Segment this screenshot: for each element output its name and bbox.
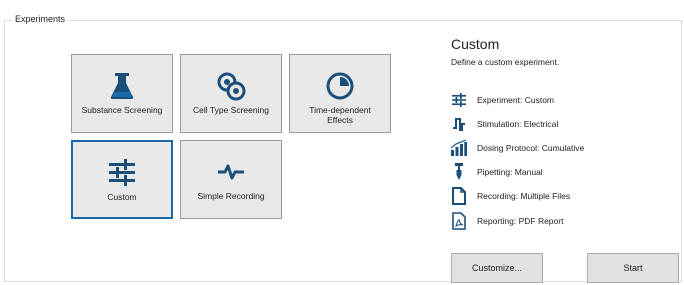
pipette-icon [451,163,467,181]
property-label: Stimulation: Electrical [477,119,559,129]
property-label: Recording: Multiple Files [477,191,571,201]
customize-button[interactable]: Customize... [451,253,543,283]
tile-substance-screening[interactable]: Substance Screening [71,54,173,133]
tile-label: Substance Screening [81,105,163,115]
tile-label: Simple Recording [197,191,265,201]
stimulation-icon [451,115,467,133]
property-experiment: Experiment: Custom [451,91,554,109]
cells-icon [216,71,246,101]
property-label: Pipetting: Manual [477,167,543,177]
tile-cell-type-screening[interactable]: Cell Type Screening [180,54,282,133]
pdf-icon [451,212,467,230]
property-reporting: Reporting: PDF Report [451,212,563,230]
experiments-group-title: Experiments [12,14,69,24]
property-stimulation: Stimulation: Electrical [451,115,558,133]
tile-label: Custom [107,192,137,202]
detail-description: Define a custom experiment. [451,57,560,67]
tile-simple-recording[interactable]: Simple Recording [180,140,282,219]
property-label: Reporting: PDF Report [477,216,564,226]
clock-icon [325,71,355,101]
bar-chart-icon [451,139,467,157]
property-pipetting: Pipetting: Manual [451,163,543,181]
sliders-icon [451,91,467,109]
tile-custom[interactable]: Custom [71,140,173,219]
tile-label: Time-dependent Effects [309,105,371,125]
start-button[interactable]: Start [587,253,679,283]
detail-title: Custom [451,36,500,52]
property-dosing-protocol: Dosing Protocol: Cumulative [451,139,584,157]
property-label: Dosing Protocol: Cumulative [477,143,585,153]
files-icon [451,187,467,205]
tile-label: Cell Type Screening [193,105,269,115]
flask-icon [108,71,136,101]
tile-time-dependent-effects[interactable]: Time-dependent Effects [289,54,391,133]
pulse-icon [216,157,246,187]
property-label: Experiment: Custom [477,95,554,105]
property-recording: Recording: Multiple Files [451,187,570,205]
sliders-icon [107,158,137,188]
